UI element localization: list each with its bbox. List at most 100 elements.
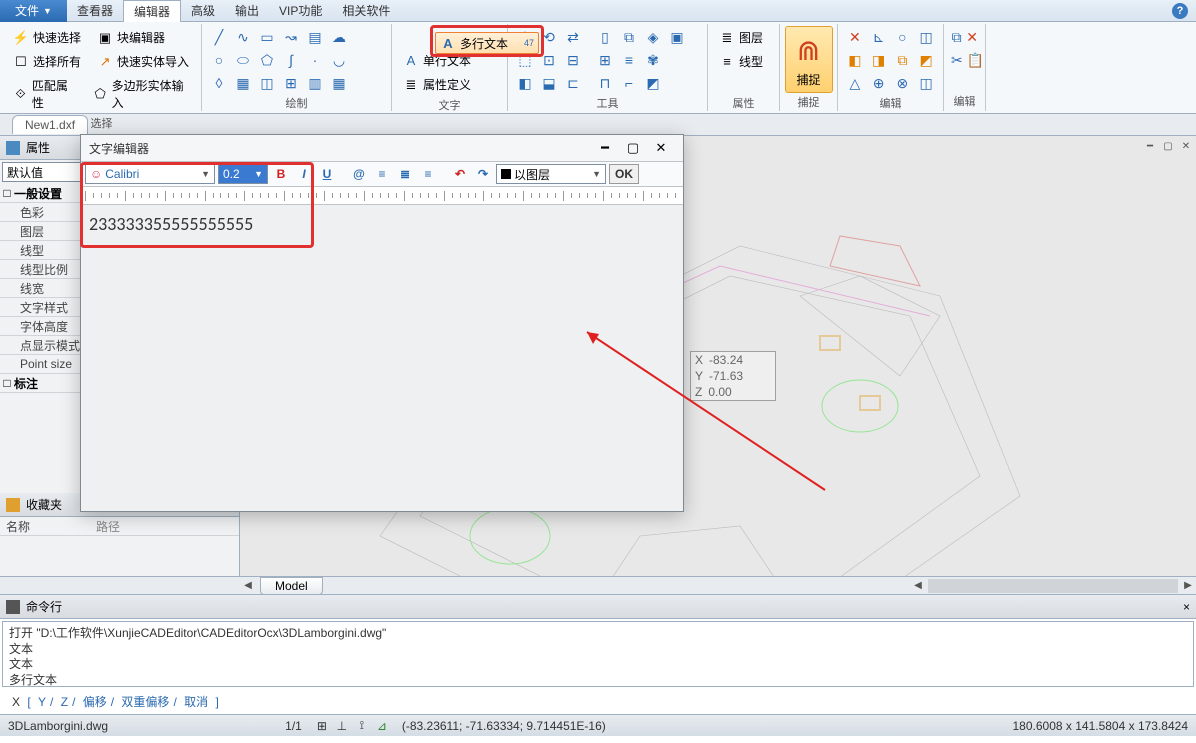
scroll-right-icon[interactable]: ▶ [1180,578,1196,594]
cmd-prompt[interactable]: X [ Y/ Z/ 偏移/ 双重偏移/ 取消 ] [0,689,1196,714]
dialog-max-icon[interactable]: ▢ [619,137,647,159]
arrow-icon[interactable]: ↝ [280,26,302,48]
symbol-button[interactable]: @ [349,164,369,184]
tool-icon3[interactable]: ◈ [642,26,664,48]
scroll-left-icon[interactable]: ◀ [240,578,256,594]
cloud-icon[interactable]: ☁ [328,26,350,48]
tree-toggle-general[interactable]: □ [0,186,14,200]
polygon-input-button[interactable]: ⬠多边形实体输入 [88,74,195,114]
tree-toggle-annotate[interactable]: □ [0,376,14,390]
canvas-max-icon[interactable]: ▢ [1160,138,1176,154]
cmd-link-offset[interactable]: 偏移 [79,695,111,709]
edit-icon7[interactable]: ⧉ [892,49,914,71]
attr-def-button[interactable]: ≣属性定义 [398,73,501,96]
ok-button[interactable]: OK [609,164,639,184]
tool-icon7[interactable]: ⊟ [562,49,584,71]
tool-icon9[interactable]: ≡ [618,49,640,71]
menu-output[interactable]: 输出 [225,0,269,22]
table-icon[interactable]: ▦ [328,72,350,94]
scroll-left2-icon[interactable]: ◀ [910,578,926,594]
canvas-min-icon[interactable]: ━ [1142,138,1158,154]
draw-icon4[interactable]: ⊞ [280,72,302,94]
tool-icon2[interactable]: ⧉ [618,26,640,48]
menu-advanced[interactable]: 高级 [181,0,225,22]
select-all-button[interactable]: ☐选择所有 [8,50,86,73]
edit-icon5[interactable]: ◧ [844,49,866,71]
align-left-icon[interactable]: ≡ [372,164,392,184]
tool-iconD[interactable]: ⊓ [594,72,616,94]
draw-icon3[interactable]: ◫ [256,72,278,94]
edit-icon1[interactable]: ✕ [844,26,866,48]
draw-icon5[interactable]: ▥ [304,72,326,94]
tool-iconC[interactable]: ⊏ [562,72,584,94]
draw-icon1[interactable]: ◊ [208,72,230,94]
menu-related[interactable]: 相关软件 [332,0,400,22]
tool-stamp-icon[interactable]: ✾ [642,49,664,71]
delete-icon[interactable]: ✕ [965,26,979,48]
font-combo[interactable]: ☺Calibri▼ [85,164,215,184]
tool-iconA[interactable]: ◧ [514,72,536,94]
menu-vip[interactable]: VIP功能 [269,0,332,22]
dialog-min-icon[interactable]: ━ [591,137,619,159]
cmd-link-y[interactable]: Y [34,695,50,709]
cmd-link-cancel[interactable]: 取消 [180,695,212,709]
circle-icon[interactable]: ○ [208,49,230,71]
edit-icon4[interactable]: ◫ [915,26,937,48]
edit-icon3[interactable]: ○ [892,26,914,48]
size-combo[interactable]: 0.2▼ [218,164,268,184]
cmd-link-double[interactable]: 双重偏移 [117,695,173,709]
underline-button[interactable]: U [317,164,337,184]
edit-icon6[interactable]: ◨ [868,49,890,71]
layer-combo[interactable]: 以图层▼ [496,164,606,184]
linetype-button[interactable]: ≡线型 [714,50,773,73]
ellipse-icon[interactable]: ⬭ [232,49,254,71]
cut-icon[interactable]: ✂ [950,49,964,71]
snap-icon[interactable]: ⟟ [354,718,370,734]
spline-icon[interactable]: ∫ [280,49,302,71]
tool-iconB[interactable]: ⬓ [538,72,560,94]
arc-icon[interactable]: ◡ [328,49,350,71]
copy-icon[interactable]: ⧉ [950,26,963,48]
align-right-icon[interactable]: ≡ [418,164,438,184]
menu-viewer[interactable]: 查看器 [67,0,123,22]
tool-icon6[interactable]: ⊡ [538,49,560,71]
point-icon[interactable]: · [304,49,326,71]
layer-button[interactable]: ≣图层 [714,26,773,49]
grid-icon[interactable]: ⊞ [314,718,330,734]
tool-iconE[interactable]: ⌐ [618,72,640,94]
edit-iconC[interactable]: ⊗ [892,72,914,94]
tool-iconF[interactable]: ◩ [642,72,664,94]
tool-icon4[interactable]: ▣ [666,26,688,48]
undo-icon[interactable]: ↶ [450,164,470,184]
help-icon[interactable]: ? [1172,3,1188,19]
canvas-close-icon[interactable]: ✕ [1178,138,1194,154]
edit-iconB[interactable]: ⊕ [868,72,890,94]
mirror-icon[interactable]: ⇄ [562,26,584,48]
line-icon[interactable]: ╱ [208,26,230,48]
cmd-close-icon[interactable]: × [1183,600,1190,614]
rect-icon[interactable]: ▭ [256,26,278,48]
edit-icon2[interactable]: ⊾ [868,26,890,48]
polygon-icon[interactable]: ⬠ [256,49,278,71]
doc-tab-1[interactable]: New1.dxf [12,115,88,134]
quick-import-button[interactable]: ↗快速实体导入 [92,50,194,73]
tool-icon8[interactable]: ⊞ [594,49,616,71]
ortho-icon[interactable]: ⊥ [334,718,350,734]
edit-iconD[interactable]: ◫ [915,72,937,94]
edit-icon8[interactable]: ◩ [915,49,937,71]
menu-editor[interactable]: 编辑器 [123,0,181,22]
draw-icon2[interactable]: ▦ [232,72,254,94]
file-menu[interactable]: 文件 ▼ [0,0,67,22]
hatch-icon[interactable]: ▤ [304,26,326,48]
block-editor-button[interactable]: ▣块编辑器 [92,26,170,49]
snap-button[interactable]: ⋒ 捕捉 [785,26,833,93]
paste-icon[interactable]: 📋 [966,49,985,71]
text-editor-canvas[interactable]: 233333355555555555 [81,205,683,511]
polar-icon[interactable]: ⊿ [374,718,390,734]
model-tab[interactable]: Model [260,577,323,595]
polyline-icon[interactable]: ∿ [232,26,254,48]
dialog-close-icon[interactable]: ✕ [647,137,675,159]
cmd-link-z[interactable]: Z [57,695,72,709]
tool-icon1[interactable]: ▯ [594,26,616,48]
align-center-icon[interactable]: ≣ [395,164,415,184]
